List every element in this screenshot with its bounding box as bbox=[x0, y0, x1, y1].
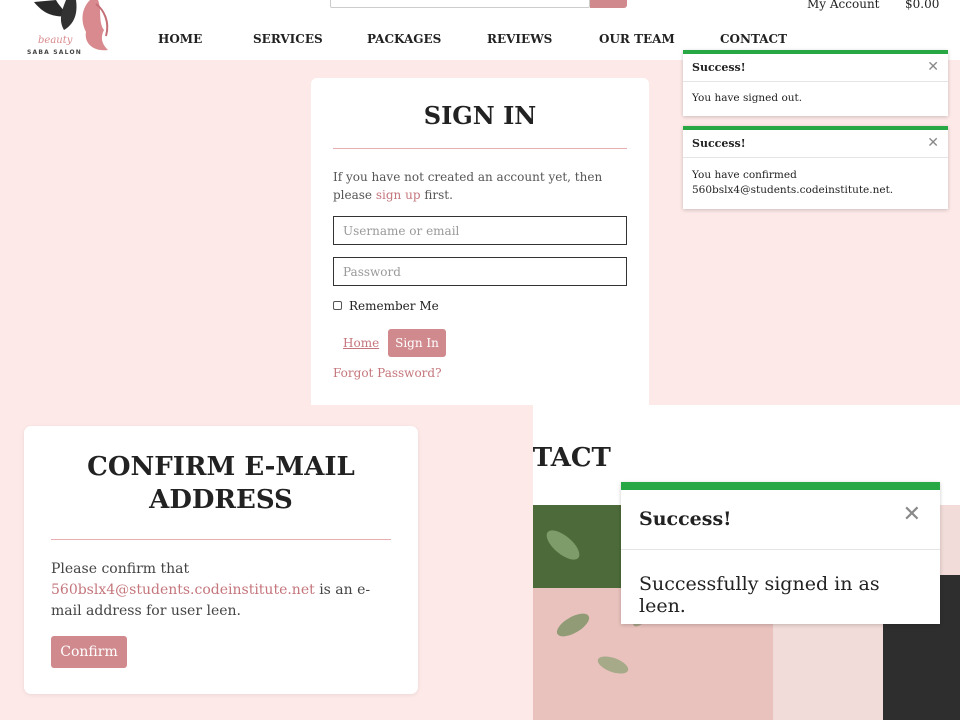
logo-script: beauty bbox=[38, 35, 73, 46]
close-icon[interactable]: ✕ bbox=[927, 135, 939, 151]
my-account-link[interactable]: My Account bbox=[807, 0, 880, 11]
sign-in-card: SIGN IN If you have not created an accou… bbox=[311, 78, 649, 405]
close-icon[interactable]: ✕ bbox=[903, 502, 921, 527]
intro-text: If you have not created an account yet, … bbox=[333, 170, 603, 202]
confirm-divider bbox=[51, 539, 391, 540]
toast-title: Success! bbox=[621, 490, 940, 550]
nav-our-team[interactable]: OUR TEAM bbox=[599, 32, 675, 46]
nav-packages[interactable]: PACKAGES bbox=[367, 32, 441, 46]
confirm-email-link[interactable]: 560bslx4@students.codeinstitute.net bbox=[51, 582, 315, 598]
toast-message: You have confirmed 560bslx4@students.cod… bbox=[692, 169, 894, 196]
toast-message: Successfully signed in as leen. bbox=[639, 573, 880, 617]
confirm-text-before: Please confirm that bbox=[51, 561, 190, 577]
signed-in-page-screenshot: NTACT Success! ✕ Successfully signed in … bbox=[533, 405, 960, 720]
confirm-email-page-screenshot: CONFIRM E-MAIL ADDRESS Please confirm th… bbox=[0, 405, 533, 720]
confirm-button[interactable]: Confirm bbox=[51, 636, 127, 668]
remember-me-checkbox[interactable] bbox=[333, 301, 342, 310]
toast-signed-out: Success! ✕ You have signed out. bbox=[683, 50, 948, 116]
sign-in-divider bbox=[333, 148, 627, 149]
sign-in-button[interactable]: Sign In bbox=[388, 329, 446, 357]
search-input[interactable] bbox=[330, 0, 590, 8]
intro-text-end: first. bbox=[424, 188, 453, 202]
nav-contact[interactable]: CONTACT bbox=[720, 32, 787, 46]
sign-in-title: SIGN IN bbox=[423, 101, 537, 130]
toast-title: Success! bbox=[683, 130, 948, 158]
sign-in-intro: If you have not created an account yet, … bbox=[333, 168, 623, 204]
toast-signed-in: Success! ✕ Successfully signed in as lee… bbox=[621, 482, 940, 624]
password-input[interactable]: Password bbox=[333, 257, 627, 286]
sign-in-page-screenshot: beauty SABA SALON My Account $0.00 HOME … bbox=[0, 0, 960, 405]
toast-email-confirmed: Success! ✕ You have confirmed 560bslx4@s… bbox=[683, 126, 948, 209]
nav-home[interactable]: HOME bbox=[158, 32, 202, 46]
sign-up-link[interactable]: sign up bbox=[376, 188, 421, 202]
confirm-message: Please confirm that 560bslx4@students.co… bbox=[51, 559, 391, 622]
search-button[interactable] bbox=[590, 0, 627, 8]
forgot-password-link[interactable]: Forgot Password? bbox=[333, 366, 442, 380]
username-input[interactable]: Username or email bbox=[333, 216, 627, 245]
cart-total[interactable]: $0.00 bbox=[905, 0, 939, 11]
confirm-title-line1: CONFIRM E-MAIL bbox=[87, 452, 355, 482]
nav-services[interactable]: SERVICES bbox=[253, 32, 323, 46]
close-icon[interactable]: ✕ bbox=[927, 59, 939, 75]
toast-title: Success! bbox=[683, 54, 948, 82]
remember-me-label: Remember Me bbox=[349, 299, 439, 313]
confirm-email-card: CONFIRM E-MAIL ADDRESS Please confirm th… bbox=[24, 426, 418, 694]
home-link[interactable]: Home bbox=[343, 336, 379, 350]
nav-reviews[interactable]: REVIEWS bbox=[487, 32, 552, 46]
logo-text: SABA SALON bbox=[27, 49, 82, 56]
toast-message: You have signed out. bbox=[692, 92, 803, 104]
contact-heading: NTACT bbox=[533, 443, 611, 473]
confirm-title-line2: ADDRESS bbox=[149, 485, 293, 515]
